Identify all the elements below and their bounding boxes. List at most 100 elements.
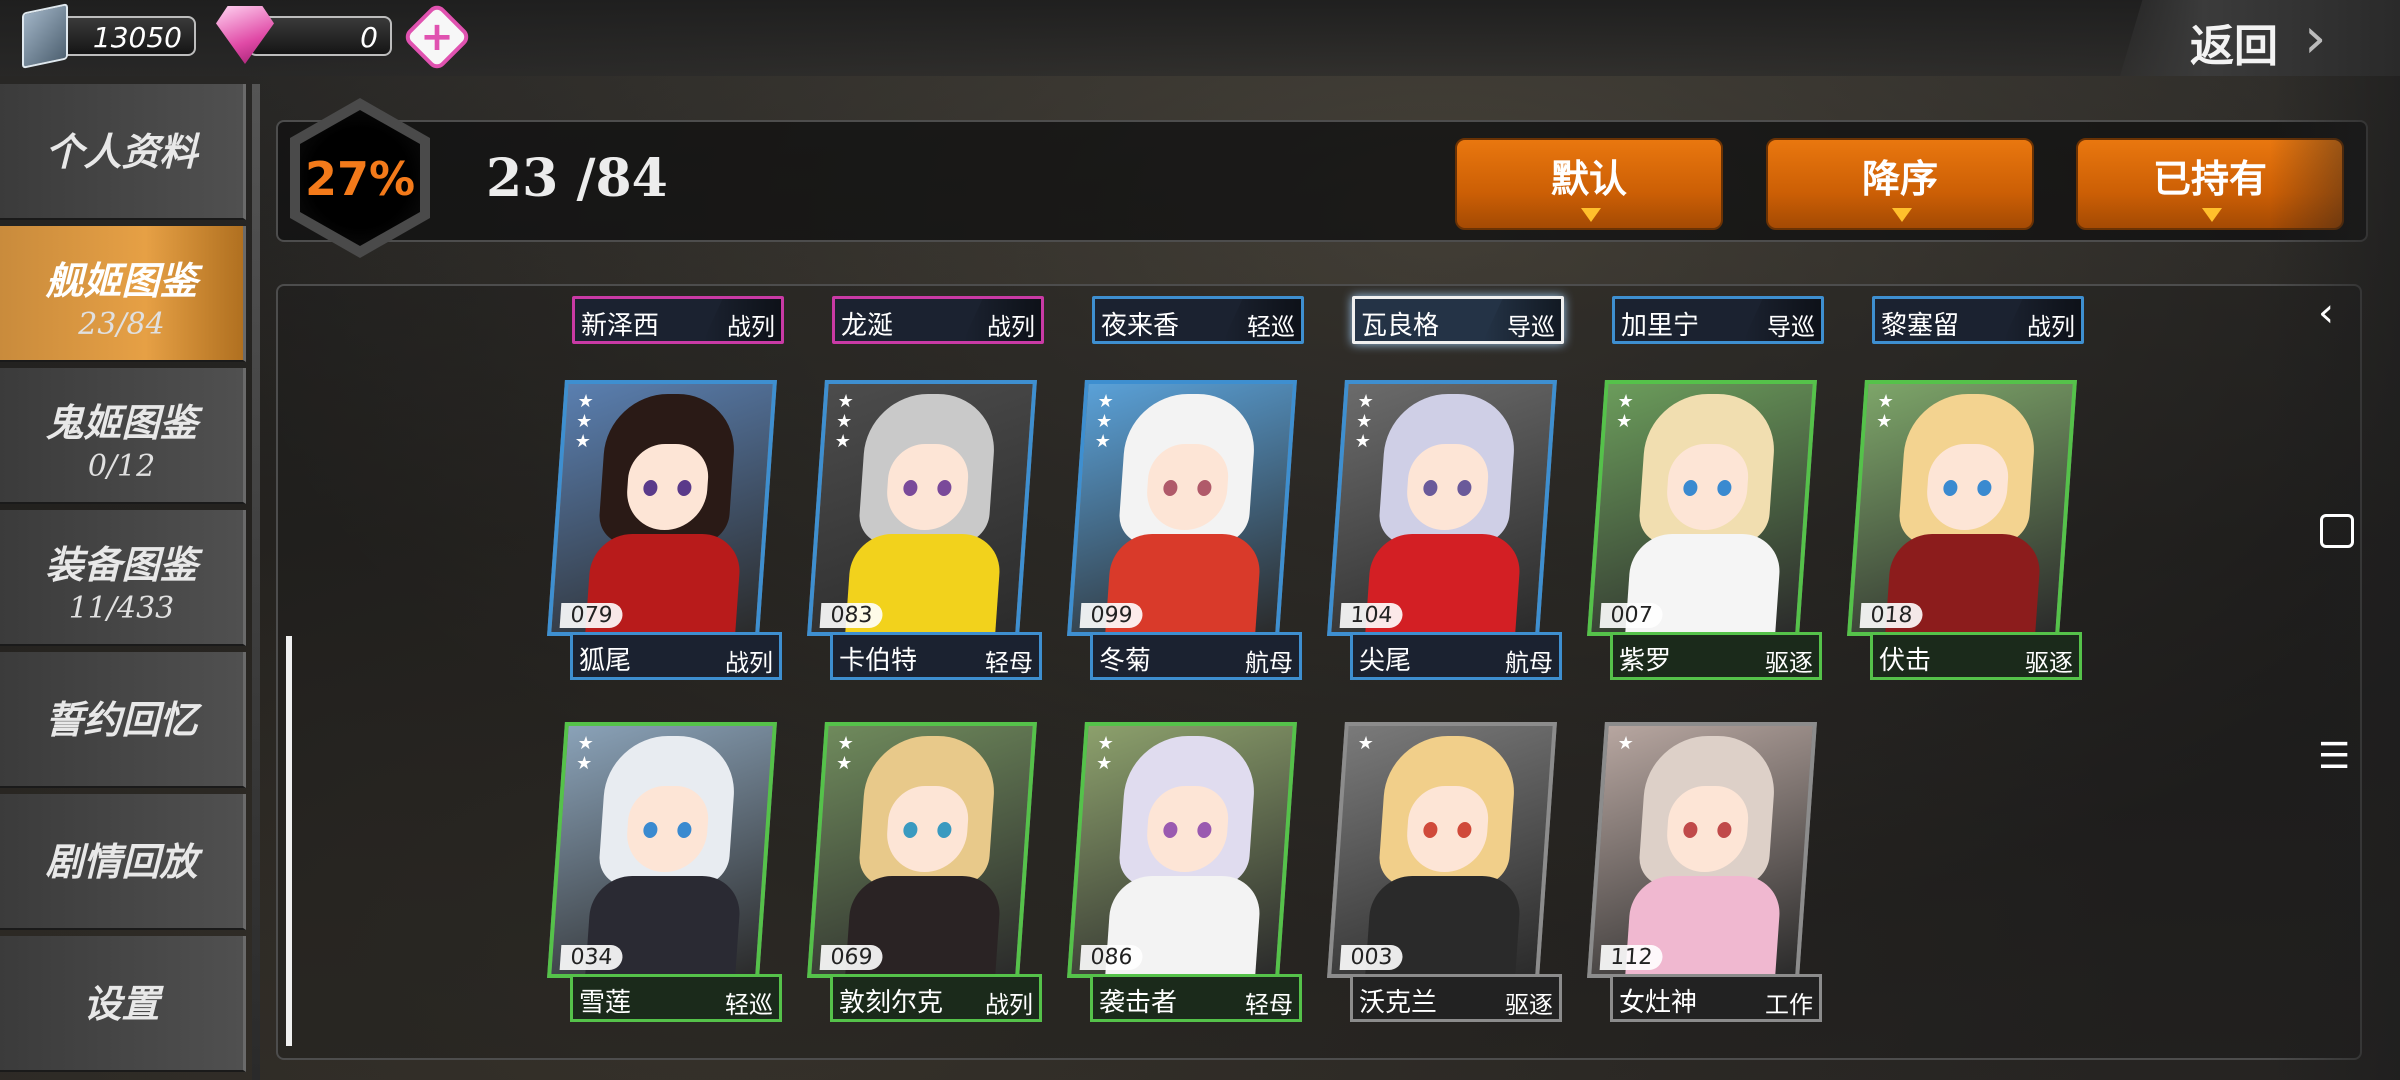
card-portrait: ★ ★ 069 xyxy=(807,722,1037,978)
card-portrait: ★ ★ 034 xyxy=(547,722,777,978)
ship-name: 冬菊 xyxy=(1099,646,1152,676)
rarity-stars: ★ ★ xyxy=(1095,733,1115,774)
card-portrait: ★ 112 xyxy=(1587,722,1817,978)
ship-name: 加里宁 xyxy=(1621,311,1700,341)
ship-tag[interactable]: 新泽西 战列 xyxy=(572,296,784,344)
ship-tag[interactable]: 瓦良格 导巡 xyxy=(1352,296,1564,344)
dropdown-arrow-icon xyxy=(1892,208,1912,222)
ship-card[interactable]: ★ 112 女灶神 工作 xyxy=(1587,722,1822,1022)
sidebar-item-settings[interactable]: 设置 xyxy=(0,936,246,1072)
sidebar-item-profile[interactable]: 个人资料 xyxy=(0,84,246,220)
character-portrait xyxy=(1591,726,1817,978)
ship-type: 战列 xyxy=(725,649,773,677)
rarity-stars: ★ xyxy=(1356,733,1375,754)
card-number: 003 xyxy=(1339,945,1404,970)
home-square-icon[interactable] xyxy=(2320,514,2354,548)
ship-type: 导巡 xyxy=(1743,299,1821,341)
card-number: 104 xyxy=(1339,603,1404,628)
ship-card[interactable]: ★ 003 沃克兰 驱逐 xyxy=(1327,722,1562,1022)
ship-card[interactable]: ★ ★ 007 紫罗 驱逐 xyxy=(1587,380,1822,680)
sidebar-item-equipment-gallery[interactable]: 装备图鉴 11/433 xyxy=(0,510,246,646)
card-portrait: ★ ★ ★ 099 xyxy=(1067,380,1297,636)
sidebar-item-label: 装备图鉴 xyxy=(45,542,198,587)
back-arrow-icon[interactable]: ‹ xyxy=(2318,290,2334,336)
card-label-bar: 敦刻尔克 战列 xyxy=(830,974,1042,1022)
ship-name: 女灶神 xyxy=(1619,988,1698,1018)
chevron-right-icon: › xyxy=(2304,6,2327,71)
ship-name: 袭击者 xyxy=(1099,988,1178,1018)
card-number: 112 xyxy=(1599,945,1664,970)
card-label-bar: 女灶神 工作 xyxy=(1610,974,1822,1022)
ship-name: 瓦良格 xyxy=(1361,311,1440,341)
sort-order-button[interactable]: 降序 xyxy=(1766,138,2034,230)
ship-type: 驱逐 xyxy=(2025,649,2073,677)
card-label-bar: 冬菊 航母 xyxy=(1090,632,1302,680)
sidebar-item-count: 23/84 xyxy=(78,307,165,342)
ship-card[interactable]: ★ ★ 069 敦刻尔克 战列 xyxy=(807,722,1042,1022)
card-label-bar: 狐尾 战列 xyxy=(570,632,782,680)
ship-card[interactable]: ★ ★ ★ 099 冬菊 航母 xyxy=(1067,380,1302,680)
menu-icon[interactable]: ☰ xyxy=(2318,736,2350,777)
ship-name: 卡伯特 xyxy=(839,646,918,676)
ship-name: 狐尾 xyxy=(579,646,632,676)
card-number: 018 xyxy=(1859,603,1924,628)
ship-tag[interactable]: 黎塞留 战列 xyxy=(1872,296,2084,344)
ship-card[interactable]: ★ ★ ★ 079 狐尾 战列 xyxy=(547,380,782,680)
dropdown-arrow-icon xyxy=(1581,208,1601,222)
plus-icon: + xyxy=(420,13,454,60)
rarity-stars: ★ ★ xyxy=(575,733,595,774)
ship-type: 驱逐 xyxy=(1765,649,1813,677)
sort-default-button[interactable]: 默认 xyxy=(1455,138,1723,230)
ship-tag[interactable]: 龙涎 战列 xyxy=(832,296,1044,344)
sidebar-item-count: 0/12 xyxy=(87,449,156,484)
card-number: 083 xyxy=(819,603,884,628)
ship-name: 紫罗 xyxy=(1619,646,1672,676)
card-portrait: ★ 003 xyxy=(1327,722,1557,978)
ship-tag[interactable]: 加里宁 导巡 xyxy=(1612,296,1824,344)
card-portrait: ★ ★ 007 xyxy=(1587,380,1817,636)
card-label-bar: 紫罗 驱逐 xyxy=(1610,632,1822,680)
rarity-stars: ★ ★ xyxy=(835,733,855,774)
rarity-stars: ★ xyxy=(1616,733,1635,754)
collection-count: 23 /84 xyxy=(486,148,668,209)
ship-name: 沃克兰 xyxy=(1359,988,1438,1018)
ship-type: 轻巡 xyxy=(1223,299,1301,341)
card-label-bar: 袭击者 轻母 xyxy=(1090,974,1302,1022)
ship-card[interactable]: ★ ★ ★ 104 尖尾 航母 xyxy=(1327,380,1562,680)
back-label: 返回 xyxy=(2190,21,2278,72)
system-nav-bar xyxy=(2270,76,2400,1080)
ship-name: 新泽西 xyxy=(581,311,660,341)
card-number: 034 xyxy=(559,945,624,970)
gallery-scrollbar[interactable] xyxy=(286,636,292,1046)
ship-name: 夜来香 xyxy=(1101,311,1180,341)
card-label-bar: 尖尾 航母 xyxy=(1350,632,1562,680)
sidebar-item-ghost-gallery[interactable]: 鬼姬图鉴 0/12 xyxy=(0,368,246,504)
card-portrait: ★ ★ ★ 079 xyxy=(547,380,777,636)
ship-type: 轻母 xyxy=(1245,991,1293,1019)
ship-card[interactable]: ★ ★ ★ 083 卡伯特 轻母 xyxy=(807,380,1042,680)
ship-type: 战列 xyxy=(985,991,1033,1019)
sidebar-item-oath-memories[interactable]: 誓约回忆 xyxy=(0,652,246,788)
ship-name: 雪莲 xyxy=(579,988,632,1018)
ship-type: 工作 xyxy=(1765,991,1813,1019)
ship-type: 战列 xyxy=(963,299,1041,341)
card-label-bar: 沃克兰 驱逐 xyxy=(1350,974,1562,1022)
ship-card[interactable]: ★ ★ 086 袭击者 轻母 xyxy=(1067,722,1302,1022)
ship-card[interactable]: ★ ★ 034 雪莲 轻巡 xyxy=(547,722,782,1022)
card-label-bar: 雪莲 轻巡 xyxy=(570,974,782,1022)
sidebar-item-label: 舰姬图鉴 xyxy=(45,258,198,303)
ship-card[interactable]: ★ ★ 018 伏击 驱逐 xyxy=(1847,380,2082,680)
ship-tag[interactable]: 夜来香 轻巡 xyxy=(1092,296,1304,344)
card-number: 079 xyxy=(559,603,624,628)
ship-name: 黎塞留 xyxy=(1881,311,1960,341)
ship-type: 战列 xyxy=(703,299,781,341)
sidebar-item-story-replay[interactable]: 剧情回放 xyxy=(0,794,246,930)
oil-icon xyxy=(22,3,68,69)
sidebar-item-ship-gallery[interactable]: 舰姬图鉴 23/84 xyxy=(0,226,246,362)
ship-type: 航母 xyxy=(1245,649,1293,677)
back-button[interactable]: 返回 › xyxy=(2120,0,2400,76)
ship-type: 航母 xyxy=(1505,649,1553,677)
card-label-bar: 伏击 驱逐 xyxy=(1870,632,2082,680)
completion-percent: 27% xyxy=(304,152,416,206)
sidebar-item-label: 誓约回忆 xyxy=(45,697,198,742)
